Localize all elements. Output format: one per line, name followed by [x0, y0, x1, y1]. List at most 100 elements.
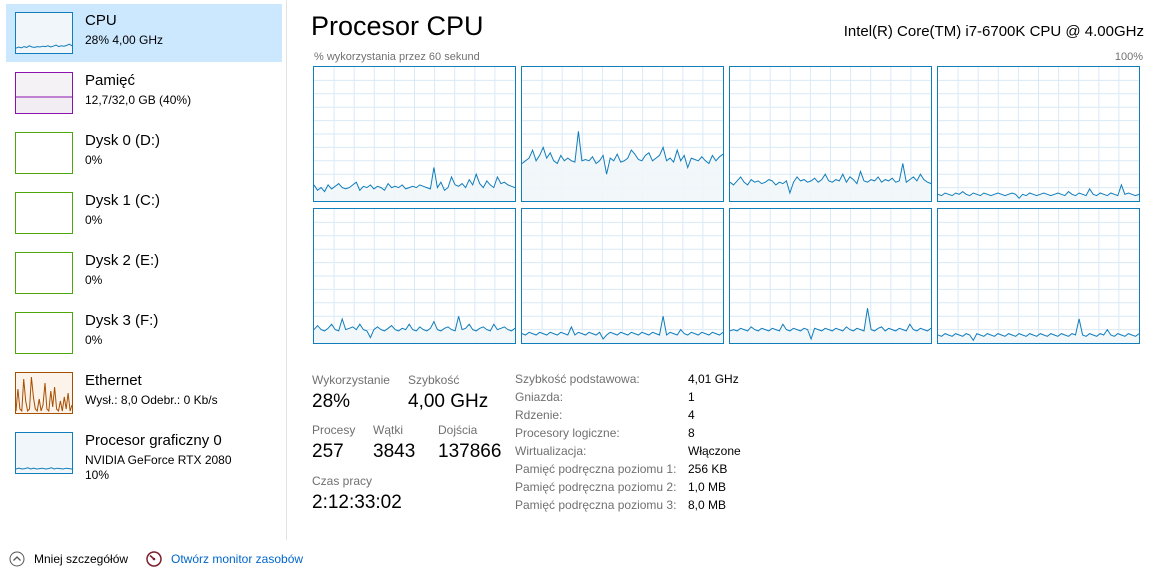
less-details-label: Mniej szczegółów	[34, 552, 129, 566]
sidebar-item-subtitle: Wysł.: 8,0 Odebr.: 0 Kb/s	[85, 393, 218, 407]
handles-label: Dojścia	[438, 423, 478, 437]
thumbnail-svg	[15, 432, 73, 474]
disk-thumbnail-graph	[15, 132, 73, 174]
sidebar-item-memory[interactable]: Pamięć 12,7/32,0 GB (40%)	[6, 64, 282, 122]
core-graph-svg	[522, 67, 723, 201]
page-title: Procesor CPU	[311, 11, 484, 41]
core-graph-svg	[938, 209, 1139, 343]
property-value: 1,0 MB	[688, 480, 727, 494]
thumbnail-svg	[15, 192, 73, 234]
sidebar-item-ethernet[interactable]: Ethernet Wysł.: 8,0 Odebr.: 0 Kb/s	[6, 364, 282, 422]
sidebar-item-title: Procesor graficzny 0	[85, 432, 222, 449]
core-graph	[729, 66, 932, 202]
sidebar-item-subtitle: 0%	[85, 213, 103, 227]
sidebar-item-subtitle: 0%	[85, 153, 103, 167]
sidebar-item-subtitle: 0%	[85, 273, 103, 287]
threads-label: Wątki	[373, 423, 403, 437]
sidebar-item-disk-0[interactable]: Dysk 0 (D:) 0%	[6, 124, 282, 182]
core-graph	[729, 208, 932, 344]
property-label: Rdzenie:	[515, 408, 563, 422]
sidebar-item-disk-3[interactable]: Dysk 3 (F:) 0%	[6, 304, 282, 362]
core-graph-svg	[314, 209, 515, 343]
usage-label: Wykorzystanie	[312, 373, 390, 387]
uptime-value: 2:12:33:02	[312, 492, 402, 513]
disk-thumbnail-graph	[15, 312, 73, 354]
ethernet-thumbnail-graph	[15, 372, 73, 414]
thumbnail-svg	[15, 372, 73, 414]
footer: Mniej szczegółów Otwórz monitor zasobów	[0, 540, 1162, 577]
sidebar-item-cpu[interactable]: CPU 28% 4,00 GHz	[6, 4, 282, 62]
thumbnail-frame	[15, 132, 73, 174]
thumbnail-frame	[15, 252, 73, 294]
property-label: Pamięć podręczna poziomu 3:	[515, 498, 677, 512]
threads-value: 3843	[373, 441, 416, 462]
graph-max-label: 100%	[1114, 51, 1143, 63]
core-graph	[313, 66, 516, 202]
core-graph	[313, 208, 516, 344]
property-value: 4	[688, 408, 695, 422]
core-graph-svg	[730, 67, 931, 201]
thumbnail-svg	[15, 72, 73, 114]
sidebar-item-subtitle: NVIDIA GeForce RTX 2080	[85, 453, 232, 467]
thumbnail-svg	[15, 312, 73, 354]
sidebar-item-title: Dysk 0 (D:)	[85, 132, 160, 149]
core-graph-svg	[522, 209, 723, 343]
core-graph	[521, 66, 724, 202]
property-label: Procesory logiczne:	[515, 426, 620, 440]
graph-axis-label: % wykorzystania przez 60 sekund	[314, 51, 480, 63]
core-graph-svg	[938, 67, 1139, 201]
sidebar-item-disk-2[interactable]: Dysk 2 (E:) 0%	[6, 244, 282, 302]
sidebar-item-disk-1[interactable]: Dysk 1 (C:) 0%	[6, 184, 282, 242]
sidebar-item-gpu[interactable]: Procesor graficzny 0 NVIDIA GeForce RTX …	[6, 424, 282, 482]
sidebar-item-subtitle: 12,7/32,0 GB (40%)	[85, 93, 192, 107]
core-graph-svg	[314, 67, 515, 201]
disk-thumbnail-graph	[15, 192, 73, 234]
memory-used-fill	[16, 97, 72, 113]
thumbnail-frame	[15, 312, 73, 354]
sidebar-item-subtitle: 0%	[85, 333, 103, 347]
sidebar-item-title: Dysk 3 (F:)	[85, 312, 159, 329]
property-label: Pamięć podręczna poziomu 1:	[515, 462, 677, 476]
sidebar-item-title: CPU	[85, 12, 117, 29]
sidebar-item-subtitle: 28% 4,00 GHz	[85, 33, 164, 47]
sidebar-item-title: Dysk 2 (E:)	[85, 252, 160, 269]
processes-label: Procesy	[312, 423, 356, 437]
property-value: 256 KB	[688, 462, 728, 476]
core-graph	[937, 208, 1140, 344]
property-label: Szybkość podstawowa:	[515, 372, 640, 386]
speed-label: Szybkość	[408, 373, 460, 387]
property-value: 4,01 GHz	[688, 372, 739, 386]
sidebar-item-value: 10%	[85, 468, 110, 482]
thumbnail-svg	[15, 252, 73, 294]
property-label: Pamięć podręczna poziomu 2:	[515, 480, 677, 494]
less-details-button[interactable]: Mniej szczegółów	[9, 550, 128, 568]
gpu-thumbnail-graph	[15, 432, 73, 474]
open-resource-monitor-label: Otwórz monitor zasobów	[171, 552, 304, 566]
chevron-up-circle-icon	[9, 551, 25, 567]
sidebar: CPU 28% 4,00 GHz Pamięć 12,7/32,0 GB (40…	[0, 0, 287, 540]
sidebar-item-title: Pamięć	[85, 72, 136, 89]
property-label: Gniazda:	[515, 390, 564, 404]
core-graph	[521, 208, 724, 344]
speed-value: 4,00 GHz	[408, 391, 489, 412]
disk-thumbnail-graph	[15, 252, 73, 294]
uptime-label: Czas pracy	[312, 474, 373, 488]
thumbnail-frame	[15, 192, 73, 234]
thumbnail-frame	[15, 432, 73, 474]
thumbnail-svg	[15, 12, 73, 54]
processes-value: 257	[312, 441, 344, 462]
handles-value: 137866	[438, 441, 502, 462]
logical-processor-graphs	[313, 66, 1143, 346]
core-graph-svg	[730, 209, 931, 343]
property-value: Włączone	[688, 444, 741, 458]
property-value: 1	[688, 390, 695, 404]
sidebar-item-title: Dysk 1 (C:)	[85, 192, 160, 209]
resource-monitor-icon	[146, 551, 162, 567]
thumbnail-svg	[15, 132, 73, 174]
property-value: 8	[688, 426, 695, 440]
core-graph	[937, 66, 1140, 202]
property-value: 8,0 MB	[688, 498, 727, 512]
open-resource-monitor-link[interactable]: Otwórz monitor zasobów	[146, 550, 303, 568]
sidebar-item-title: Ethernet	[85, 372, 142, 389]
cpu-model-name: Intel(R) Core(TM) i7-6700K CPU @ 4.00GHz	[843, 23, 1144, 40]
